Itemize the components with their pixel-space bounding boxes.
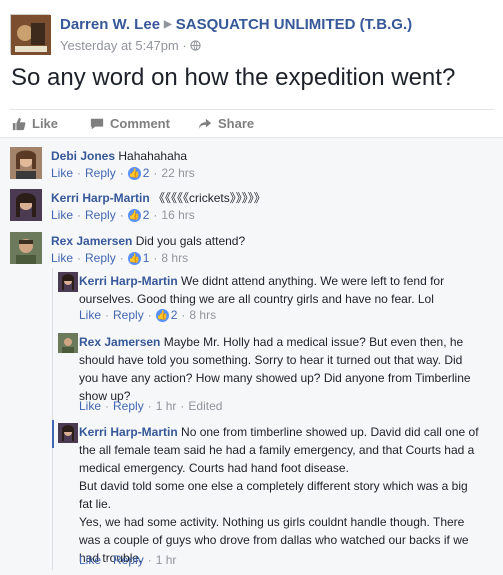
reply-paragraph-1: Kerri Harp-Martin No one from timberline… xyxy=(79,423,479,477)
comment-text-block: Debi Jones Hahahahaha xyxy=(51,147,491,165)
like-link[interactable]: Like xyxy=(51,251,73,265)
comment-text: Did you gals attend? xyxy=(135,234,246,248)
share-button[interactable]: Share xyxy=(198,116,254,131)
comment-text: Hahahahaha xyxy=(118,149,188,163)
thumbs-up-icon: 👍 xyxy=(127,208,141,222)
globe-icon[interactable] xyxy=(190,40,202,51)
replier-avatar[interactable] xyxy=(58,423,78,443)
thumbs-up-icon: 👍 xyxy=(127,166,141,180)
separator: · xyxy=(105,553,110,567)
comment-time[interactable]: 22 hrs xyxy=(161,166,194,180)
comment-button[interactable]: Comment xyxy=(90,116,170,131)
comment-text-block: Kerri Harp-Martin 《《《《《crickets》》》》》 xyxy=(51,189,491,207)
reply-time[interactable]: 8 hrs xyxy=(189,308,216,322)
commenter-avatar[interactable] xyxy=(10,232,42,264)
share-label: Share xyxy=(218,116,255,131)
reply-time[interactable]: 1 hr xyxy=(156,399,177,413)
reply-link[interactable]: Reply xyxy=(85,208,116,222)
reply-time[interactable]: 1 hr xyxy=(156,553,177,567)
separator: · xyxy=(153,208,158,222)
share-arrow-icon xyxy=(198,118,212,129)
like-link[interactable]: Like xyxy=(79,308,101,322)
reply-paragraph-2: But david told some one else a completel… xyxy=(79,479,468,511)
edited-label[interactable]: Edited xyxy=(188,399,222,413)
like-count[interactable]: 2 xyxy=(171,308,178,322)
reply-link[interactable]: Reply xyxy=(113,553,144,567)
commenter-avatar[interactable] xyxy=(10,147,42,179)
separator: · xyxy=(77,208,82,222)
separator: · xyxy=(119,166,124,180)
reply-thread-line xyxy=(52,268,53,570)
separator: · xyxy=(147,553,152,567)
like-button[interactable]: Like xyxy=(12,116,58,131)
reply-link[interactable]: Reply xyxy=(85,251,116,265)
like-label: Like xyxy=(32,116,59,131)
comment-bubble-icon xyxy=(90,118,104,129)
replier-name[interactable]: Rex Jamersen xyxy=(79,335,160,349)
separator: · xyxy=(181,308,186,322)
separator: · xyxy=(105,308,110,322)
like-count[interactable]: 2 xyxy=(143,208,150,222)
comment-meta: Like · Reply · 👍 2 · 16 hrs xyxy=(51,208,195,222)
post-text: So any word on how the expedition went? xyxy=(11,64,456,91)
comment-text-block: Rex Jamersen Did you gals attend? xyxy=(51,232,491,250)
like-link[interactable]: Like xyxy=(79,553,101,567)
reply-link[interactable]: Reply xyxy=(85,166,116,180)
commenter-name[interactable]: Rex Jamersen xyxy=(51,234,132,248)
arrow-right-icon: ▶ xyxy=(164,19,172,30)
separator: · xyxy=(119,251,124,265)
thumbs-up-icon: 👍 xyxy=(155,308,169,322)
separator: · xyxy=(180,399,185,413)
action-bar: Like Comment Share xyxy=(10,109,494,137)
separator: · xyxy=(153,251,158,265)
comment-meta: Like · Reply · 👍 2 · 22 hrs xyxy=(51,166,195,180)
separator: · xyxy=(119,208,124,222)
post-timestamp: Yesterday at 5:47pm · xyxy=(60,38,202,53)
active-reply-marker xyxy=(52,420,54,448)
like-link[interactable]: Like xyxy=(79,399,101,413)
reply-meta: Like · Reply · 1 hr · Edited xyxy=(79,399,222,413)
commenter-name[interactable]: Debi Jones xyxy=(51,149,115,163)
group-name[interactable]: SASQUATCH UNLIMITED (T.B.G.) xyxy=(176,16,412,33)
replier-avatar[interactable] xyxy=(58,333,78,353)
commenter-name[interactable]: Kerri Harp-Martin xyxy=(51,191,150,205)
like-count[interactable]: 1 xyxy=(143,251,150,265)
commenter-avatar[interactable] xyxy=(10,189,42,221)
reply-text-block: Kerri Harp-Martin We didnt attend anythi… xyxy=(79,272,479,308)
reply-link[interactable]: Reply xyxy=(113,399,144,413)
separator: · xyxy=(77,166,82,180)
reply-meta: Like · Reply · 1 hr xyxy=(79,553,176,567)
reply-text-block: Kerri Harp-Martin No one from timberline… xyxy=(79,423,479,567)
comment-text: 《《《《《crickets》》》》》 xyxy=(153,191,266,205)
comment-time[interactable]: 8 hrs xyxy=(161,251,188,265)
poster-line: Darren W. Lee ▶ SASQUATCH UNLIMITED (T.B.G… xyxy=(60,16,412,33)
separator: · xyxy=(77,251,82,265)
like-count[interactable]: 2 xyxy=(143,166,150,180)
author-avatar[interactable] xyxy=(10,14,51,55)
comment-time[interactable]: 16 hrs xyxy=(161,208,194,222)
like-link[interactable]: Like xyxy=(51,208,73,222)
reply-link[interactable]: Reply xyxy=(113,308,144,322)
separator: · xyxy=(105,399,110,413)
comment-label: Comment xyxy=(110,116,170,131)
reply-meta: Like · Reply · 👍 2 · 8 hrs xyxy=(79,308,216,322)
separator: · xyxy=(153,166,158,180)
separator: · xyxy=(182,38,191,53)
thumbs-up-icon xyxy=(12,117,26,130)
replier-name[interactable]: Kerri Harp-Martin xyxy=(79,274,178,288)
replier-name[interactable]: Kerri Harp-Martin xyxy=(79,425,178,439)
like-link[interactable]: Like xyxy=(51,166,73,180)
post-header: Darren W. Lee ▶ SASQUATCH UNLIMITED (T.B.G… xyxy=(10,14,490,56)
replier-avatar[interactable] xyxy=(58,272,78,292)
author-name[interactable]: Darren W. Lee xyxy=(60,16,160,33)
separator: · xyxy=(147,308,152,322)
reply-text-block: Rex Jamersen Maybe Mr. Holly had a medic… xyxy=(79,333,479,405)
thumbs-up-icon: 👍 xyxy=(127,251,141,265)
separator: · xyxy=(147,399,152,413)
comment-meta: Like · Reply · 👍 1 · 8 hrs xyxy=(51,251,188,265)
timestamp-text[interactable]: Yesterday at 5:47pm xyxy=(60,38,179,53)
